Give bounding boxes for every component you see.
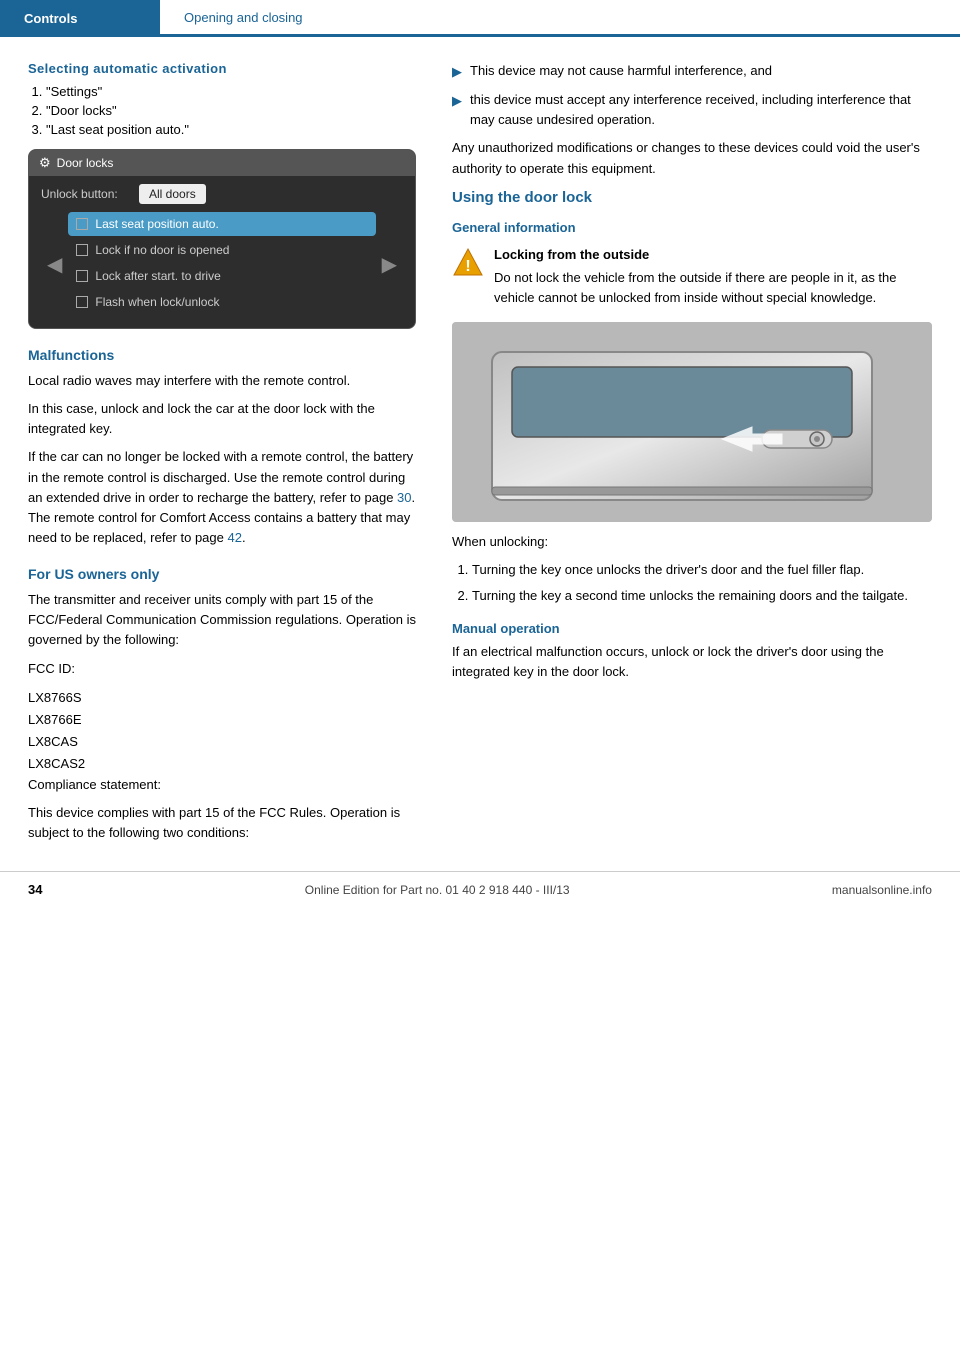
unlock-value: All doors xyxy=(139,184,206,204)
unlock-step-1: Turning the key once unlocks the driver'… xyxy=(472,560,932,580)
fcc-id-1: LX8766E xyxy=(28,709,416,731)
menu-item-label-0: Last seat position auto. xyxy=(95,217,218,231)
bullet-item-1: ▶ This device may not cause harmful inte… xyxy=(452,61,932,82)
malfunction-p3-text: If the car can no longer be locked with … xyxy=(28,449,413,504)
car-door-svg xyxy=(452,322,932,522)
right-column: ▶ This device may not cause harmful inte… xyxy=(440,61,960,851)
for-us-p1: The transmitter and receiver units compl… xyxy=(28,590,416,650)
page-header: Controls Opening and closing xyxy=(0,0,960,36)
menu-item-label-3: Flash when lock/unlock xyxy=(95,295,219,309)
page-number: 34 xyxy=(28,882,42,897)
footer-watermark: manualsonline.info xyxy=(832,883,932,897)
unlock-steps-list: Turning the key once unlocks the driver'… xyxy=(472,560,932,606)
screen-nav-left[interactable]: ◀ xyxy=(41,212,68,316)
bullet-item-2: ▶ this device must accept any interferen… xyxy=(452,90,932,130)
malfunction-p3: If the car can no longer be locked with … xyxy=(28,447,416,548)
malfunction-p3-end: . xyxy=(242,530,246,545)
header-tab-controls-label: Controls xyxy=(24,11,77,26)
screen-menu-row: ◀ Last seat position auto. Lock if no do… xyxy=(41,212,403,316)
fcc-id-label: FCC ID: xyxy=(28,659,416,679)
fcc-id-3: LX8CAS2 xyxy=(28,753,416,775)
screen-menu: Last seat position auto. Lock if no door… xyxy=(68,212,375,316)
screen-titlebar: ⚙ Door locks xyxy=(29,150,415,176)
header-tab-opening-label: Opening and closing xyxy=(184,10,303,25)
screen-content: Unlock button: All doors ◀ Last seat pos… xyxy=(29,176,415,328)
screen-nav-right[interactable]: ▶ xyxy=(376,212,403,316)
unlock-button-row: Unlock button: All doors xyxy=(41,184,403,204)
manual-op-text: If an electrical malfunction occurs, unl… xyxy=(452,642,932,682)
bullet-arrow-1: ▶ xyxy=(452,62,462,82)
car-door-image xyxy=(452,322,932,522)
menu-item-0[interactable]: Last seat position auto. xyxy=(68,212,375,236)
checkbox-1 xyxy=(76,244,88,256)
checkbox-2 xyxy=(76,270,88,282)
svg-text:!: ! xyxy=(465,258,470,275)
bullet-arrow-2: ▶ xyxy=(452,91,462,130)
header-tab-opening[interactable]: Opening and closing xyxy=(160,0,960,36)
step-2: "Door locks" xyxy=(46,103,416,118)
footer-edition-text: Online Edition for Part no. 01 40 2 918 … xyxy=(305,883,570,897)
ref-link-42[interactable]: 42 xyxy=(227,530,241,545)
fcc-id-0: LX8766S xyxy=(28,687,416,709)
menu-item-1[interactable]: Lock if no door is opened xyxy=(68,238,375,262)
step-1: "Settings" xyxy=(46,84,416,99)
warning-box: ! Locking from the outside Do not lock t… xyxy=(452,245,932,308)
compliance-label: Compliance statement: xyxy=(28,775,416,795)
fcc-id-list: LX8766S LX8766E LX8CAS LX8CAS2 xyxy=(28,687,416,775)
fcc-id-2: LX8CAS xyxy=(28,731,416,753)
checkbox-3 xyxy=(76,296,88,308)
select-auto-heading: Selecting automatic activation xyxy=(28,61,416,76)
unlock-label: Unlock button: xyxy=(41,187,131,201)
warning-triangle-icon: ! xyxy=(452,247,484,279)
ref-link-30[interactable]: 30 xyxy=(397,490,411,505)
malfunction-p2: In this case, unlock and lock the car at… xyxy=(28,399,416,439)
menu-item-label-2: Lock after start. to drive xyxy=(95,269,220,283)
bullet-text-2: this device must accept any interference… xyxy=(470,90,932,130)
using-door-heading: Using the door lock xyxy=(452,189,932,206)
warning-content: Locking from the outside Do not lock the… xyxy=(494,245,932,308)
when-unlocking-label: When unlocking: xyxy=(452,532,932,552)
menu-item-label-1: Lock if no door is opened xyxy=(95,243,229,257)
steps-list: "Settings" "Door locks" "Last seat posit… xyxy=(46,84,416,137)
header-tab-controls[interactable]: Controls xyxy=(0,0,160,36)
unlock-step-2: Turning the key a second time unlocks th… xyxy=(472,586,932,606)
door-locks-screen: ⚙ Door locks Unlock button: All doors ◀ … xyxy=(28,149,416,329)
bullet-text-1: This device may not cause harmful interf… xyxy=(470,61,772,82)
menu-item-3[interactable]: Flash when lock/unlock xyxy=(68,290,375,314)
screen-title: Door locks xyxy=(57,156,114,170)
manual-op-heading: Manual operation xyxy=(452,621,932,636)
step-3: "Last seat position auto." xyxy=(46,122,416,137)
unauth-p: Any unauthorized modifications or change… xyxy=(452,138,932,178)
compliance-p: This device complies with part 15 of the… xyxy=(28,803,416,843)
gear-icon: ⚙ xyxy=(39,155,51,171)
page-footer: 34 Online Edition for Part no. 01 40 2 9… xyxy=(0,871,960,907)
warning-title: Locking from the outside xyxy=(494,245,932,265)
for-us-heading: For US owners only xyxy=(28,566,416,582)
checkbox-0 xyxy=(76,218,88,230)
left-column: Selecting automatic activation "Settings… xyxy=(0,61,440,851)
unlock-step-2-text: Turning the key a second time unlocks th… xyxy=(472,588,908,603)
menu-item-2[interactable]: Lock after start. to drive xyxy=(68,264,375,288)
general-info-heading: General information xyxy=(452,220,932,235)
malfunctions-heading: Malfunctions xyxy=(28,347,416,363)
unlock-step-1-text: Turning the key once unlocks the driver'… xyxy=(472,562,864,577)
main-content: Selecting automatic activation "Settings… xyxy=(0,37,960,851)
malfunction-p1: Local radio waves may interfere with the… xyxy=(28,371,416,391)
warning-text: Do not lock the vehicle from the outside… xyxy=(494,270,897,305)
